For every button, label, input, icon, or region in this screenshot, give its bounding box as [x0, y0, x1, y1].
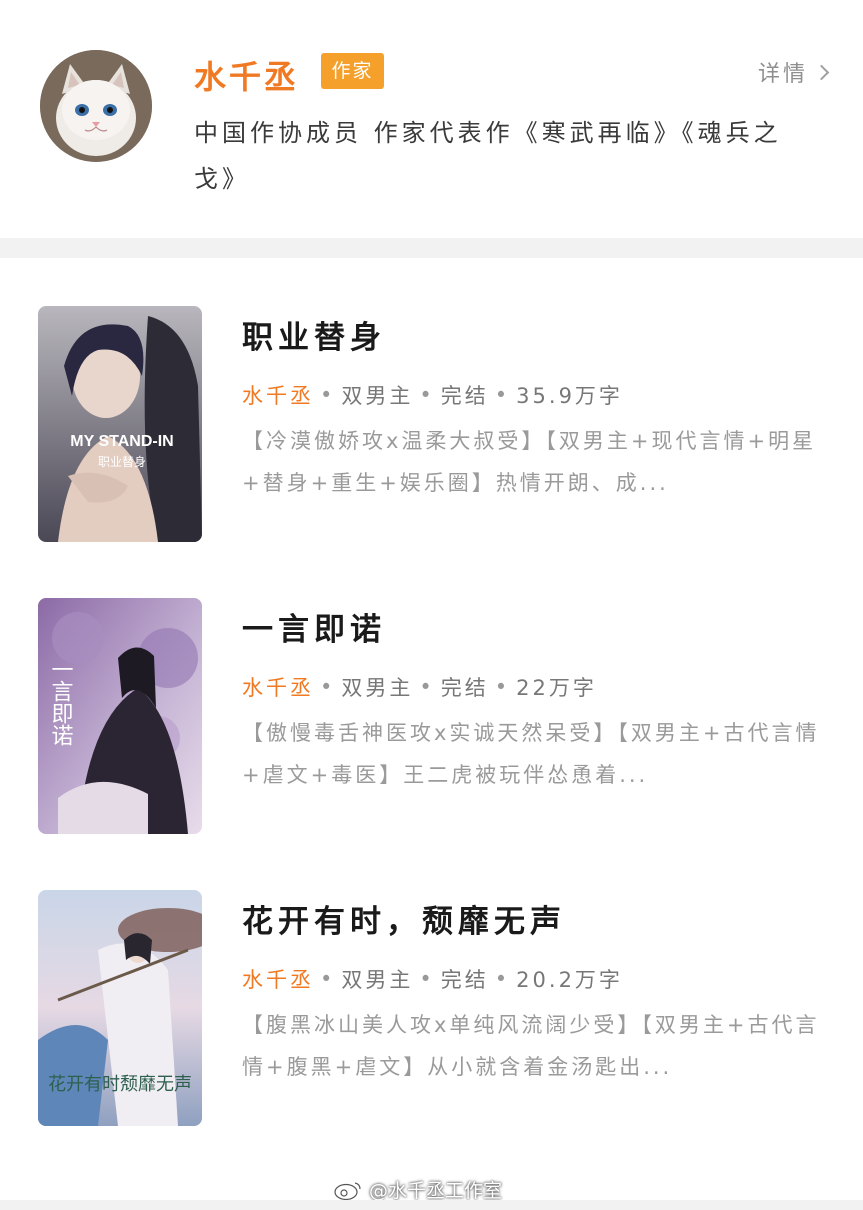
meta-separator: •	[494, 383, 511, 407]
author-description: 中国作协成员 作家代表作《寒武再临》《魂兵之戈》	[194, 119, 782, 193]
cat-avatar-icon	[40, 50, 152, 162]
book-cover-image: 花开有时颓靡无声	[38, 890, 202, 1126]
book-word-count: 22万字	[516, 676, 597, 700]
book-genre: 双男主	[341, 968, 414, 992]
book-word-count: 20.2万字	[516, 968, 623, 992]
book-description: 【冷漠傲娇攻x温柔大叔受】【双男主+现代言情+明星+替身+重生+娱乐圈】热情开朗…	[242, 429, 817, 495]
cover-title: 一言即诺	[48, 658, 74, 746]
meta-separator: •	[419, 967, 435, 991]
book-title[interactable]: 职业替身	[242, 312, 386, 357]
book-cover-image: MY STAND-IN 职业替身	[38, 306, 202, 542]
book-cover-image: 一言即诺	[38, 598, 202, 834]
weibo-icon	[334, 1181, 361, 1200]
author-detail-link[interactable]: 详情	[757, 56, 830, 88]
bottom-divider	[0, 1200, 863, 1210]
book-meta: 水千丞 • 双男主 • 完结 • 35.9万字	[242, 380, 623, 410]
book-status: 完结	[440, 676, 489, 700]
book-description: 【傲慢毒舌神医攻x实诚天然呆受】【双男主+古代言情+虐文+毒医】王二虎被玩伴怂恿…	[242, 721, 820, 787]
cover-title-en: MY STAND-IN	[70, 433, 173, 450]
meta-separator: •	[320, 967, 336, 991]
book-description: 【腹黑冰山美人攻x单纯风流阔少受】【双男主+古代言情+腹黑+虐文】从小就含着金汤…	[242, 1013, 820, 1079]
book-meta: 水千丞 • 双男主 • 完结 • 20.2万字	[242, 964, 623, 994]
weibo-watermark: @水千丞工作室	[333, 1176, 502, 1203]
book-title[interactable]: 花开有时，颓靡无声	[242, 896, 566, 941]
book-cover[interactable]: MY STAND-IN 职业替身	[38, 306, 202, 542]
author-header: 水千丞 作家 详情 中国作协成员 作家代表作《寒武再临》《魂兵之戈》	[0, 0, 863, 238]
meta-separator: •	[494, 967, 511, 991]
meta-separator: •	[419, 675, 435, 699]
book-genre: 双男主	[341, 384, 414, 408]
book-author[interactable]: 水千丞	[242, 964, 314, 994]
meta-separator: •	[320, 383, 336, 407]
section-divider	[0, 238, 863, 258]
book-item[interactable]: 花开有时颓靡无声 花开有时，颓靡无声 水千丞 • 双男主 • 完结 • 20.2…	[0, 884, 863, 1134]
meta-separator: •	[419, 383, 435, 407]
book-author[interactable]: 水千丞	[242, 380, 314, 410]
meta-separator: •	[320, 675, 336, 699]
cover-title: 花开有时颓靡无声	[48, 1074, 192, 1095]
book-author[interactable]: 水千丞	[242, 672, 314, 702]
book-title[interactable]: 一言即诺	[242, 604, 386, 649]
book-cover[interactable]: 花开有时颓靡无声	[38, 890, 202, 1126]
detail-label: 详情	[757, 62, 808, 87]
book-item[interactable]: MY STAND-IN 职业替身 职业替身 水千丞 • 双男主 • 完结 • 3…	[0, 300, 863, 550]
book-status: 完结	[440, 968, 489, 992]
chevron-right-icon	[813, 64, 830, 80]
author-avatar[interactable]	[40, 50, 152, 162]
author-name[interactable]: 水千丞	[194, 52, 299, 98]
book-cover[interactable]: 一言即诺	[38, 598, 202, 834]
book-meta: 水千丞 • 双男主 • 完结 • 22万字	[242, 672, 597, 702]
meta-separator: •	[494, 675, 511, 699]
book-item[interactable]: 一言即诺 一言即诺 水千丞 • 双男主 • 完结 • 22万字 【傲慢毒舌神医攻…	[0, 592, 863, 842]
book-genre: 双男主	[341, 676, 414, 700]
watermark-text: @水千丞工作室	[369, 1180, 503, 1202]
cover-title-cn: 职业替身	[98, 454, 146, 469]
book-word-count: 35.9万字	[516, 384, 623, 408]
book-status: 完结	[440, 384, 489, 408]
author-role-badge: 作家	[321, 53, 384, 89]
